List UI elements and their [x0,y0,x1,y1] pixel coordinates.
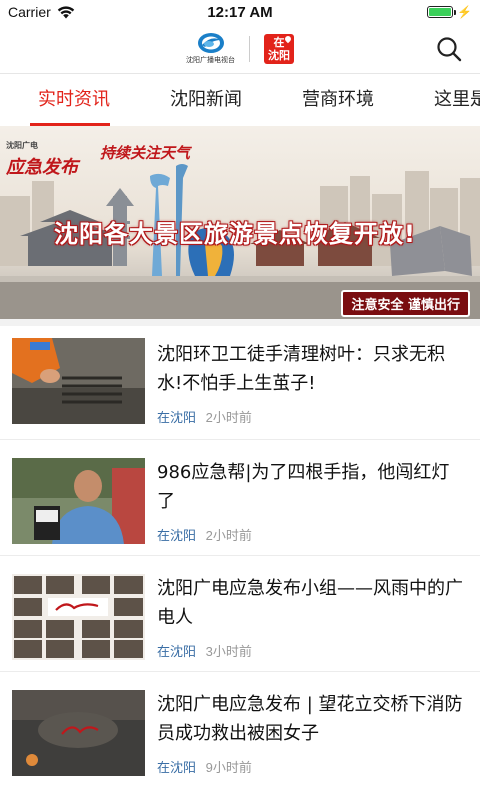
station-logo: 沈阳广播电视台 [186,32,235,65]
news-item[interactable]: 沈阳广电应急发布小组——风雨中的广电人 在沈阳 3小时前 [0,555,480,671]
tab-realtime-news[interactable]: 实时资讯 [0,74,140,126]
banner-weather: 持续关注天气 [100,144,191,162]
status-bar: Carrier 12:17 AM ⚡ [0,0,480,24]
tab-here-is[interactable]: 这里是 [404,74,480,126]
news-title: 沈阳环卫工徒手清理树叶：只求无积水!不怕手上生茧子! [157,344,445,394]
category-tabs: 实时资讯 沈阳新闻 营商环境 这里是 [0,74,480,126]
news-meta: 在沈阳 3小时前 [157,641,252,660]
app-header: 沈阳广播电视台 在 沈阳 [0,24,480,74]
news-thumbnail-image [12,690,145,776]
banner-brand-title: 应急发布 [6,157,78,178]
news-time: 3小时前 [205,644,252,659]
tab-business-environment[interactable]: 营商环境 [272,74,404,126]
news-list: 沈阳环卫工徒手清理树叶：只求无积水!不怕手上生茧子! 在沈阳 2小时前 986应… [0,319,480,787]
news-meta: 在沈阳 2小时前 [157,525,252,544]
news-time: 2小时前 [205,528,252,543]
news-time: 9小时前 [205,760,252,775]
news-item[interactable]: 沈阳环卫工徒手清理树叶：只求无积水!不怕手上生茧子! 在沈阳 2小时前 [0,319,480,439]
station-logo-icon [197,33,224,53]
banner-tag: 注意安全 谨慎出行 [341,290,470,317]
hero-banner[interactable]: 沈阳广电 应急发布 持续关注天气 沈阳各大景区旅游景点恢复开放! 注意安全 谨慎… [0,126,480,319]
carrier-label: Carrier [8,4,51,20]
news-thumbnail-image [12,574,145,660]
station-name: 沈阳广播电视台 [186,57,235,64]
wifi-icon [57,5,74,18]
search-icon[interactable] [436,36,462,62]
news-title: 沈阳广电应急发布 | 望花立交桥下消防员成功救出被困女子 [157,694,463,744]
news-thumbnail-image [12,338,145,424]
news-time: 2小时前 [205,410,252,425]
status-right: ⚡ [312,5,472,19]
news-title: 986应急帮|为了四根手指，他闯红灯了 [157,462,450,512]
news-thumbnail [12,338,145,424]
news-meta: 在沈阳 9小时前 [157,757,252,776]
location-pin-icon [283,34,293,43]
city-badge: 在 沈阳 [264,33,294,64]
logo-group: 沈阳广播电视台 在 沈阳 [186,32,294,65]
banner-brand-small: 沈阳广电 [6,141,38,150]
city-badge-line1: 在 [273,35,285,49]
charging-icon: ⚡ [457,5,472,19]
banner-headline: 沈阳各大景区旅游景点恢复开放! [54,220,416,248]
news-thumbnail [12,574,145,660]
news-source[interactable]: 在沈阳 [157,410,196,425]
banner-brand: 沈阳广电 应急发布 [6,140,78,179]
tab-shenyang-news[interactable]: 沈阳新闻 [140,74,272,126]
news-item[interactable]: 沈阳广电应急发布 | 望花立交桥下消防员成功救出被困女子 在沈阳 9小时前 [0,671,480,787]
news-item[interactable]: 986应急帮|为了四根手指，他闯红灯了 在沈阳 2小时前 [0,439,480,555]
news-thumbnail [12,690,145,776]
news-meta: 在沈阳 2小时前 [157,407,252,426]
status-time: 12:17 AM [207,3,273,21]
status-left: Carrier [8,4,168,20]
city-badge-line2: 沈阳 [268,48,290,62]
news-source[interactable]: 在沈阳 [157,644,196,659]
news-thumbnail [12,458,145,544]
news-source[interactable]: 在沈阳 [157,528,196,543]
news-thumbnail-image [12,458,145,544]
news-title: 沈阳广电应急发布小组——风雨中的广电人 [157,578,463,628]
news-source[interactable]: 在沈阳 [157,760,196,775]
logo-divider [249,35,250,62]
battery-icon [427,6,457,18]
